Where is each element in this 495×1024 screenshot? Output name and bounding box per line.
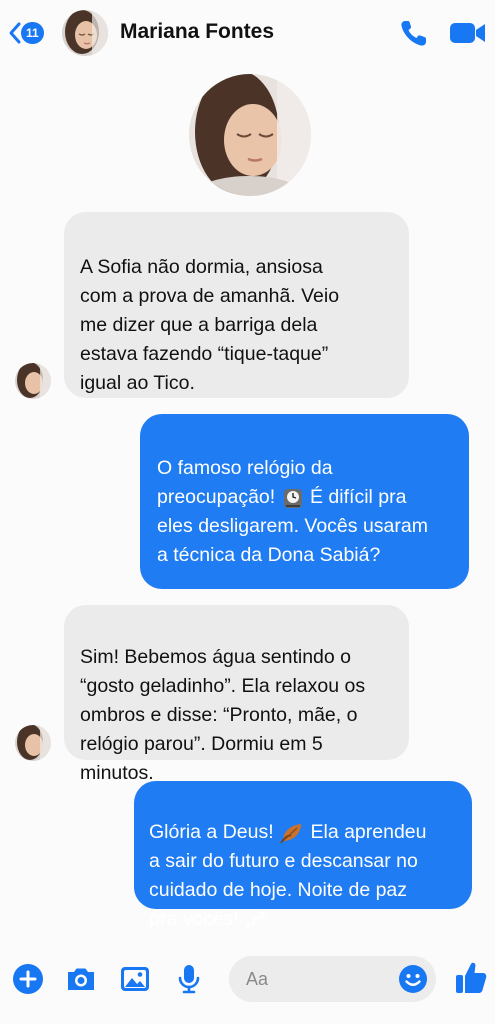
message-text: A Sofia não dormia, ansiosa com a prova … [80, 256, 340, 394]
plus-icon[interactable] [11, 962, 45, 996]
mantel-clock-icon [283, 488, 302, 508]
chat-header: 11 Mariana Fontes [0, 0, 495, 66]
gallery-icon[interactable] [118, 962, 152, 996]
unread-count-badge: 11 [21, 22, 44, 44]
message-input-placeholder: Aa [246, 969, 269, 989]
avatar-image [62, 10, 108, 56]
camera-icon[interactable] [64, 962, 98, 996]
message-text: Sim! Bebemos água sentindo o “gosto gela… [80, 646, 366, 784]
phone-icon[interactable] [398, 17, 430, 49]
contact-name[interactable]: Mariana Fontes [120, 20, 274, 44]
outgoing-message-bubble[interactable]: O famoso relógio da preocupação! É difíc… [140, 414, 469, 589]
outgoing-message-bubble[interactable]: Glória a Deus! Ela aprendeu a sair do fu… [134, 781, 472, 931]
message-text-part: Glória a Deus! [149, 821, 280, 843]
profile-image [189, 74, 311, 196]
contact-profile-photo[interactable] [189, 74, 311, 196]
header-avatar[interactable] [62, 10, 108, 56]
chevron-left-icon [9, 22, 21, 44]
zzz-icon: zzz [245, 909, 266, 931]
smiley-icon[interactable] [397, 963, 429, 995]
sender-avatar[interactable] [15, 363, 51, 399]
incoming-message-bubble[interactable]: Sim! Bebemos água sentindo o “gosto gela… [64, 605, 409, 784]
microphone-icon[interactable] [172, 962, 206, 996]
back-button[interactable]: 11 [8, 19, 44, 47]
avatar-image [15, 725, 51, 761]
message-input[interactable]: Aa [229, 956, 436, 1002]
video-camera-icon[interactable] [449, 19, 487, 47]
message-composer: Aa [0, 946, 495, 1012]
sender-avatar[interactable] [15, 725, 51, 761]
incoming-message-bubble[interactable]: A Sofia não dormia, ansiosa com a prova … [64, 212, 409, 398]
svg-text:z: z [245, 922, 250, 931]
leaves-icon [280, 823, 302, 844]
svg-text:z: z [251, 914, 257, 927]
thumbs-up-icon[interactable] [453, 959, 489, 997]
svg-text:z: z [258, 909, 266, 923]
avatar-image [15, 363, 51, 399]
